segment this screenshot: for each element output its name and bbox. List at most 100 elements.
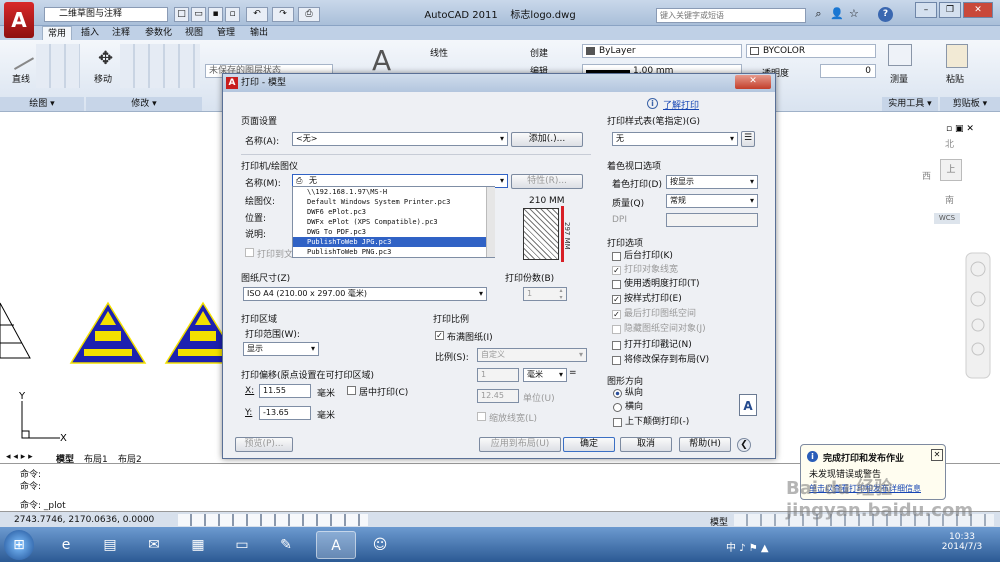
printer-option[interactable]: DWFx ePlot (XPS Compatible).pc3 — [293, 217, 494, 227]
tab-home[interactable]: 常用 — [42, 26, 73, 40]
tab-output[interactable]: 输出 — [245, 26, 273, 40]
user-icon[interactable]: 👤 — [830, 7, 845, 20]
search-input[interactable]: 键入关键字或短语 — [656, 8, 806, 23]
modify-tools-icon[interactable] — [120, 44, 200, 88]
application-menu-logo[interactable]: A — [4, 2, 34, 38]
tab-parametric[interactable]: 参数化 — [140, 26, 177, 40]
autocad-task-icon[interactable]: A — [316, 531, 356, 559]
drafting-toggles[interactable] — [178, 514, 368, 526]
viewcube-north[interactable]: 北 — [945, 137, 954, 150]
scale-lineweight-checkbox[interactable] — [477, 412, 486, 421]
command-input[interactable]: 命令: _plot — [20, 498, 66, 511]
ie-icon[interactable]: e — [46, 531, 86, 559]
cancel-button[interactable]: 取消 — [620, 437, 672, 452]
start-button[interactable]: ⊞ — [4, 530, 34, 560]
plot-style-combo[interactable]: 无 ▾ — [612, 132, 738, 146]
collapse-options-icon[interactable]: ❮ — [737, 438, 751, 452]
scale-unit-combo[interactable]: 毫米 ▾ — [523, 368, 567, 382]
upside-down-checkbox[interactable] — [613, 418, 622, 427]
measure-icon[interactable] — [888, 44, 912, 66]
portrait-radio[interactable] — [613, 389, 622, 398]
paint-icon[interactable]: ✎ — [266, 531, 306, 559]
dropdown-scrollbar[interactable] — [486, 187, 495, 257]
page-setup-name-combo[interactable]: <无> ▾ — [292, 132, 508, 146]
print-icon[interactable]: ⎙ — [298, 7, 320, 22]
panel-clipboard[interactable]: 剪贴板 ▾ — [940, 97, 1000, 111]
offset-y-input[interactable]: -13.65 — [259, 406, 311, 420]
linear-dim-label[interactable]: 线性 — [430, 46, 448, 59]
printer-option[interactable]: DWF6 ePlot.pc3 — [293, 207, 494, 217]
close-button[interactable]: ✕ — [963, 2, 993, 18]
outlook-icon[interactable]: ✉ — [134, 531, 174, 559]
move-icon[interactable]: ✥ — [98, 48, 113, 69]
panel-draw[interactable]: 绘图 ▾ — [0, 97, 84, 111]
printer-properties-button[interactable]: 特性(R)... — [511, 174, 583, 189]
color-combo[interactable]: ByLayer — [582, 44, 742, 58]
paste-label[interactable]: 粘贴 — [946, 72, 964, 85]
restore-button[interactable]: ❐ — [939, 2, 961, 18]
draw-line-label[interactable]: 直线 — [12, 72, 30, 85]
open-icon[interactable]: ▭ — [191, 7, 206, 22]
plot-transparency-checkbox[interactable] — [612, 280, 621, 289]
landscape-radio[interactable] — [613, 403, 622, 412]
printer-option[interactable]: DWG To PDF.pc3 — [293, 227, 494, 237]
plot-lineweights-checkbox[interactable]: ✓ — [612, 266, 621, 275]
dialog-close-button[interactable]: ✕ — [735, 75, 771, 89]
undo-icon[interactable]: ↶ — [246, 7, 268, 22]
tab-annotate[interactable]: 注释 — [107, 26, 135, 40]
plot-stamp-checkbox[interactable] — [612, 341, 621, 350]
apply-to-layout-button[interactable]: 应用到布局(U) — [479, 437, 561, 452]
system-tray[interactable]: 中 ♪ ⚑ ▲ — [726, 539, 926, 554]
workspace-select[interactable]: 二维草图与注释 — [44, 7, 168, 22]
panel-modify[interactable]: 修改 ▾ — [86, 97, 202, 111]
tab-manage[interactable]: 管理 — [212, 26, 240, 40]
center-plot-checkbox[interactable] — [347, 386, 356, 395]
paste-icon[interactable] — [946, 44, 968, 68]
printer-option[interactable]: \\192.168.1.97\MS-H — [293, 187, 494, 197]
scale-value2-input[interactable]: 12.45 — [477, 389, 519, 403]
plot-style-edit-button[interactable]: ☰ — [741, 131, 755, 147]
shade-plot-combo[interactable]: 按显示 ▾ — [666, 175, 758, 189]
transparency-input[interactable]: 0 — [820, 64, 876, 78]
print-to-file-checkbox[interactable] — [245, 248, 254, 257]
saveas-icon[interactable]: ▫ — [225, 7, 240, 22]
learn-print-link[interactable]: 了解打印 — [663, 98, 699, 111]
new-icon[interactable]: □ — [174, 7, 189, 22]
paper-size-combo[interactable]: ISO A4 (210.00 x 297.00 毫米) ▾ — [243, 287, 487, 301]
plot-with-styles-checkbox[interactable]: ✓ — [612, 295, 621, 304]
wcs-menu[interactable]: WCS — [934, 213, 960, 224]
document-icon[interactable]: ▭ — [222, 531, 262, 559]
scale-value1-input[interactable]: 1 — [477, 368, 519, 382]
viewcube-west[interactable]: 西 — [922, 169, 931, 182]
viewcube-top[interactable]: 上 — [940, 159, 962, 181]
plotstyle-combo[interactable]: BYCOLOR — [746, 44, 876, 58]
save-icon[interactable]: ▪ — [208, 7, 223, 22]
redo-icon[interactable]: ↷ — [272, 7, 294, 22]
balloon-close-icon[interactable]: ✕ — [931, 449, 943, 461]
copies-spinner[interactable]: ▴ ▾ — [556, 287, 566, 301]
plot-range-combo[interactable]: 显示 ▾ — [243, 342, 319, 356]
tab-nav-arrows[interactable]: ◂ ◂ ▸ ▸ — [6, 452, 33, 462]
dpi-input[interactable] — [666, 213, 758, 227]
fit-to-paper-checkbox[interactable]: ✓ — [435, 331, 444, 340]
hide-objects-checkbox[interactable] — [612, 325, 621, 334]
offset-x-input[interactable]: 11.55 — [259, 384, 311, 398]
help-button[interactable]: 帮助(H) — [679, 437, 731, 452]
minimize-button[interactable]: – — [915, 2, 937, 18]
explorer-icon[interactable]: ▤ — [90, 531, 130, 559]
background-plot-checkbox[interactable] — [612, 252, 621, 261]
measure-label[interactable]: 测量 — [890, 72, 908, 85]
line-tool-icon[interactable] — [3, 39, 35, 71]
clock[interactable]: 10:33 2014/7/3 — [930, 532, 994, 552]
draw-tools-icon[interactable] — [36, 44, 80, 88]
search-icon[interactable]: ⌕ — [811, 7, 826, 22]
scale-ratio-combo[interactable]: 自定义 ▾ — [477, 348, 587, 362]
viewcube-south[interactable]: 南 — [945, 193, 954, 206]
panel-utilities[interactable]: 实用工具 ▾ — [882, 97, 938, 111]
tab-view[interactable]: 视图 — [180, 26, 208, 40]
paperspace-last-checkbox[interactable]: ✓ — [612, 310, 621, 319]
preview-button[interactable]: 预览(P)... — [235, 437, 293, 452]
ok-button[interactable]: 确定 — [563, 437, 615, 452]
star-icon[interactable]: ☆ — [849, 7, 864, 20]
printer-dropdown-list[interactable]: \\192.168.1.97\MS-H Default Windows Syst… — [292, 186, 495, 258]
